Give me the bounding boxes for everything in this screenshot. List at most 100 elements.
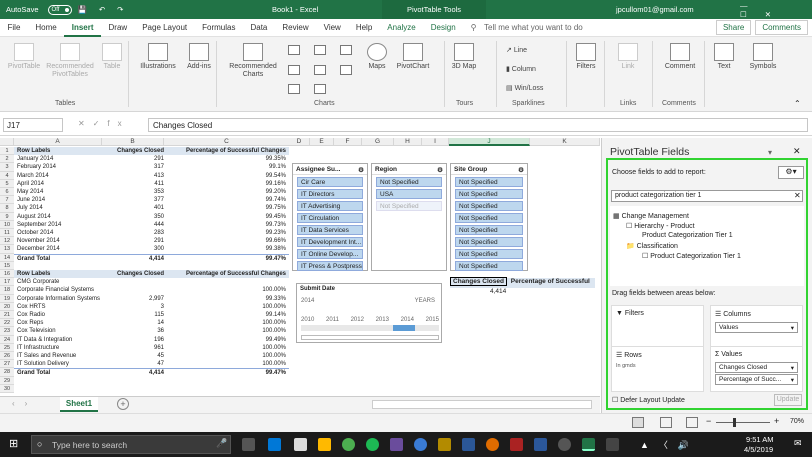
autosave-toggle[interactable]: Off bbox=[47, 4, 72, 15]
slicer-item[interactable]: Not Specified bbox=[455, 237, 523, 247]
app-icon[interactable] bbox=[462, 438, 475, 451]
timeline-scrollbar[interactable] bbox=[301, 335, 439, 340]
cell[interactable]: 196 bbox=[106, 336, 164, 344]
row-header[interactable]: 18 bbox=[0, 286, 14, 295]
cell[interactable]: 99.47% bbox=[166, 369, 286, 377]
cell[interactable]: 99.47% bbox=[166, 255, 286, 263]
clear-search-icon[interactable]: ✕ bbox=[794, 191, 801, 200]
mail-icon[interactable] bbox=[294, 438, 307, 451]
close-pane-icon[interactable]: ✕ bbox=[793, 146, 801, 157]
row-header[interactable]: 19 bbox=[0, 294, 14, 303]
task-view-icon[interactable] bbox=[242, 438, 255, 451]
slicer-item[interactable]: Not Specified bbox=[455, 189, 523, 199]
cell[interactable]: 99.23% bbox=[166, 229, 286, 237]
row-header[interactable]: 12 bbox=[0, 237, 14, 246]
hierarchy-chart-icon[interactable] bbox=[314, 45, 326, 55]
edge-icon[interactable] bbox=[268, 438, 281, 451]
tree-field[interactable]: Product Categorization Tier 1 bbox=[642, 232, 733, 239]
zoom-slider[interactable] bbox=[716, 422, 770, 423]
comments-button[interactable]: Comments bbox=[755, 20, 808, 35]
row-header[interactable]: 24 bbox=[0, 335, 14, 344]
tab-formulas[interactable]: Formulas bbox=[195, 23, 243, 32]
pie-chart-icon[interactable] bbox=[288, 84, 300, 94]
slicer-item[interactable]: USA bbox=[376, 189, 442, 199]
gear-icon[interactable]: ⚙▾ bbox=[778, 166, 804, 179]
slicer-item[interactable]: IT Directors bbox=[297, 189, 363, 199]
share-button[interactable]: Share bbox=[715, 20, 752, 35]
sparkline-winloss-button[interactable]: ▤ Win/Loss bbox=[506, 85, 543, 93]
slicer-item[interactable]: IT Advertising bbox=[297, 201, 363, 211]
cell[interactable]: 99.16% bbox=[166, 180, 286, 188]
mini-pivot-value[interactable]: 4,414 bbox=[490, 288, 506, 295]
pivot-row[interactable]: August 2014 350 99.45% bbox=[14, 213, 289, 221]
row-header[interactable]: 5 bbox=[0, 179, 14, 188]
formula-input[interactable]: Changes Closed bbox=[148, 118, 808, 132]
illustrations-button[interactable]: Illustrations bbox=[136, 43, 180, 71]
columns-field-pill[interactable]: Values ▾ bbox=[715, 322, 798, 333]
addins-button[interactable]: Add-ins bbox=[186, 43, 212, 71]
cell[interactable]: CMG Corporate bbox=[17, 278, 105, 286]
cell[interactable]: 4,414 bbox=[106, 255, 164, 263]
slicer-site-group[interactable]: Site Group ⚙ Not Specified Not Specified … bbox=[450, 163, 528, 271]
checkbox-icon[interactable]: ☐ bbox=[642, 253, 650, 260]
values-area[interactable]: Σ Values Changes Closed ▾ Percentage of S… bbox=[710, 346, 803, 392]
row-header[interactable]: 29 bbox=[0, 376, 14, 385]
pivot-total-row[interactable]: Grand Total 4,414 99.47% bbox=[14, 253, 289, 263]
row-header[interactable]: 20 bbox=[0, 302, 14, 311]
slicer-item[interactable]: Not Specified bbox=[455, 213, 523, 223]
row-header[interactable]: 27 bbox=[0, 360, 14, 369]
cell[interactable]: 14 bbox=[106, 319, 164, 327]
pivot-row[interactable]: May 2014 353 99.20% bbox=[14, 188, 289, 196]
redo-icon[interactable]: ↷ bbox=[117, 5, 123, 14]
tab-insert[interactable]: Insert bbox=[64, 19, 102, 37]
zoom-out-icon[interactable]: − bbox=[706, 416, 711, 426]
cell[interactable]: May 2014 bbox=[17, 188, 105, 196]
line-chart-icon[interactable] bbox=[288, 65, 300, 75]
clock-time[interactable]: 9:51 AM bbox=[746, 435, 774, 444]
cell[interactable]: 100.00% bbox=[166, 344, 286, 352]
zoom-level[interactable]: 70% bbox=[790, 418, 804, 425]
cell[interactable]: August 2014 bbox=[17, 213, 105, 221]
defer-layout-checkbox[interactable]: ☐ Defer Layout Update bbox=[612, 396, 685, 404]
cell[interactable]: March 2014 bbox=[17, 172, 105, 180]
timeline-track[interactable] bbox=[301, 325, 439, 331]
cell[interactable]: Cox Reps bbox=[17, 319, 105, 327]
tab-view[interactable]: View bbox=[316, 23, 348, 32]
cell[interactable]: Cox Television bbox=[17, 327, 105, 335]
tab-home[interactable]: Home bbox=[28, 23, 64, 32]
row-header[interactable]: 15 bbox=[0, 261, 14, 270]
cell[interactable]: Row Labels bbox=[17, 147, 105, 155]
cell[interactable]: 99.14% bbox=[166, 311, 286, 319]
row-header[interactable]: 21 bbox=[0, 311, 14, 320]
column-header-j[interactable]: J bbox=[449, 138, 530, 146]
row-header[interactable]: 11 bbox=[0, 229, 14, 238]
text-button[interactable]: Text bbox=[712, 43, 736, 71]
cell[interactable]: 4,414 bbox=[106, 369, 164, 377]
slicer-item[interactable]: Not Specified bbox=[455, 261, 523, 271]
pivot-row[interactable]: December 2014 300 99.38% bbox=[14, 245, 289, 253]
column-chart-icon[interactable] bbox=[288, 45, 300, 55]
row-header[interactable]: 10 bbox=[0, 220, 14, 229]
scatter-chart-icon[interactable] bbox=[314, 84, 326, 94]
cell[interactable]: Row Labels bbox=[17, 270, 105, 278]
slicer-item[interactable]: IT Development Int... bbox=[297, 237, 363, 247]
rows-area[interactable]: ☰ Rows In gmds bbox=[611, 346, 704, 392]
cell[interactable]: Percentage of Successful Changes bbox=[166, 147, 286, 155]
tree-folder-classification[interactable]: 📁 Classification bbox=[626, 242, 678, 250]
row-header[interactable]: 30 bbox=[0, 384, 14, 393]
cell[interactable]: 350 bbox=[106, 213, 164, 221]
collapse-ribbon-icon[interactable]: ⌃ bbox=[794, 99, 801, 108]
tab-review[interactable]: Review bbox=[275, 23, 316, 32]
column-header-i[interactable]: I bbox=[422, 138, 449, 146]
slicer-item[interactable]: Not Specified bbox=[376, 201, 442, 211]
cell[interactable]: 300 bbox=[106, 245, 164, 253]
window-controls-icon[interactable]: —☐✕ bbox=[740, 1, 812, 19]
cell[interactable]: Corporate Information Systems bbox=[17, 295, 105, 303]
link-button[interactable]: Link bbox=[616, 43, 640, 71]
cell[interactable]: 100.00% bbox=[166, 352, 286, 360]
slicer-item[interactable]: IT Online Develop... bbox=[297, 249, 363, 259]
cell[interactable]: 99.45% bbox=[166, 213, 286, 221]
pivot-row[interactable]: March 2014 413 99.54% bbox=[14, 172, 289, 180]
columns-area[interactable]: ☰ Columns Values ▾ bbox=[710, 305, 803, 351]
row-header[interactable]: 2 bbox=[0, 155, 14, 164]
